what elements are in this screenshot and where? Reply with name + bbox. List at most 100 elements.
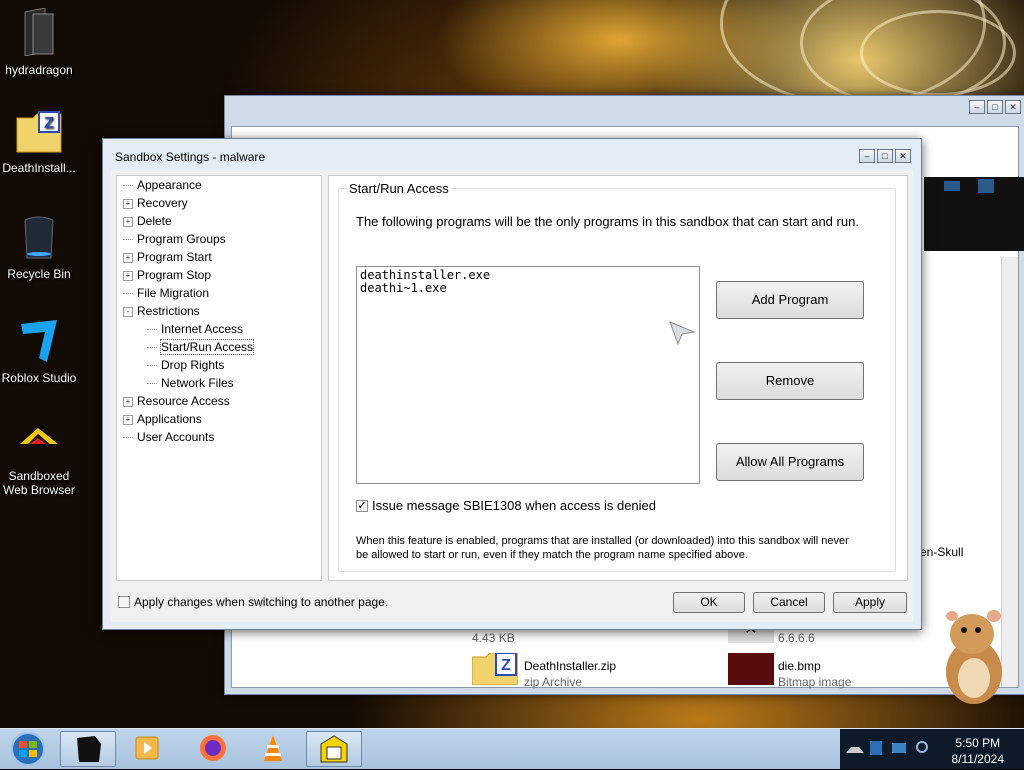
close-button[interactable]: ✕ (1005, 100, 1021, 114)
note-line: When this feature is enabled, programs t… (356, 535, 849, 547)
add-program-button[interactable]: Add Program (716, 281, 864, 319)
note-line: be allowed to start or run, even if they… (356, 549, 748, 561)
taskbar-item-explorer[interactable] (60, 731, 116, 767)
dark-box-icon (77, 736, 101, 762)
tree-item-label: Delete (137, 214, 172, 228)
collapse-icon[interactable]: - (123, 307, 133, 317)
svg-text:Z: Z (501, 657, 511, 674)
ok-button[interactable]: OK (673, 592, 745, 613)
taskbar-item-media-player[interactable] (120, 731, 176, 767)
tree-item-applications[interactable]: + Applications (123, 410, 202, 428)
tree-connector (123, 437, 133, 438)
network-icon[interactable] (870, 741, 882, 755)
expand-icon[interactable]: + (123, 415, 133, 425)
tree-item-label: Start/Run Access (159, 339, 255, 355)
tree-item-file-migration[interactable]: File Migration (123, 284, 209, 302)
desktop-icon-deathinstaller[interactable]: Z DeathInstall... (0, 110, 78, 175)
issue-message-option[interactable]: ✓ Issue message SBIE1308 when access is … (356, 498, 656, 513)
settings-tree[interactable]: Appearance + Recovery + Delete Program Gro… (116, 175, 322, 581)
tree-item-resource-access[interactable]: + Resource Access (123, 392, 230, 410)
file-name[interactable]: die.bmp (778, 659, 821, 673)
file-name[interactable]: DeathInstaller.zip (524, 659, 616, 673)
minimize-button[interactable]: – (859, 149, 875, 163)
dialog-body: Appearance + Recovery + Delete Program Gro… (111, 170, 913, 622)
action-center-icon[interactable] (892, 743, 906, 753)
tree-item-restrictions[interactable]: - Restrictions (123, 302, 200, 320)
file-type: Bitmap image (778, 675, 852, 689)
sandbox-settings-dialog[interactable]: Sandbox Settings - malware – □ ✕ Appeara… (102, 138, 922, 630)
expand-icon[interactable]: + (123, 397, 133, 407)
allow-all-programs-button[interactable]: Allow All Programs (716, 443, 864, 481)
panel-description: The following programs will be the only … (356, 214, 859, 229)
tree-item-label: Restrictions (137, 304, 200, 318)
dialog-window-controls: – □ ✕ (859, 149, 911, 163)
tree-connector (147, 347, 157, 348)
tree-connector (123, 293, 133, 294)
tree-item-program-start[interactable]: + Program Start (123, 248, 212, 266)
apply-on-switch-option[interactable]: Apply changes when switching to another … (118, 595, 388, 609)
taskbar-item-firefox[interactable] (186, 731, 242, 767)
sandboxed-browser-icon (0, 422, 78, 465)
tree-item-drop-rights[interactable]: Drop Rights (147, 356, 224, 374)
expand-icon[interactable]: + (123, 271, 133, 281)
group-title: Start/Run Access (347, 181, 451, 196)
desktop-icon-hydradragon[interactable]: hydradragon (0, 7, 78, 77)
tree-item-internet-access[interactable]: Internet Access (147, 320, 243, 338)
maximize-button[interactable]: □ (877, 149, 893, 163)
tree-connector (123, 239, 133, 240)
minimize-button[interactable]: – (969, 100, 985, 114)
tree-item-program-stop[interactable]: + Program Stop (123, 266, 211, 284)
tree-item-label: Resource Access (137, 394, 230, 408)
desktop-icon-recycle-bin[interactable]: Recycle Bin (0, 214, 78, 281)
file-name[interactable]: 6.6.6.6 (778, 631, 815, 645)
tree-item-label: Drop Rights (161, 358, 225, 372)
file-type: zip Archive (524, 675, 583, 689)
expand-icon[interactable]: + (123, 199, 133, 209)
taskbar-item-sandboxie[interactable] (306, 731, 362, 767)
close-button[interactable]: ✕ (895, 149, 911, 163)
taskbar-item-vlc[interactable] (246, 731, 302, 767)
mouse-cursor-icon (668, 320, 696, 349)
issue-message-checkbox[interactable]: ✓ (356, 499, 368, 512)
cancel-button[interactable]: Cancel (753, 592, 825, 613)
svg-text:Z: Z (44, 115, 54, 132)
roblox-studio-icon (0, 318, 78, 367)
tree-item-recovery[interactable]: + Recovery (123, 194, 188, 212)
desktop-icon-roblox-studio[interactable]: Roblox Studio (0, 318, 78, 385)
tree-item-program-groups[interactable]: Program Groups (123, 230, 226, 248)
volume-icon[interactable] (916, 741, 928, 753)
tree-item-network-files[interactable]: Network Files (147, 374, 234, 392)
tree-item-user-accounts[interactable]: User Accounts (123, 428, 214, 446)
bitmap-thumbnail-icon (728, 653, 774, 685)
tree-connector (147, 383, 157, 384)
explorer-preview-dark (924, 177, 1024, 251)
media-player-icon (135, 736, 159, 760)
list-item[interactable]: deathi~1.exe (360, 282, 696, 295)
tree-connector (147, 365, 157, 366)
clock[interactable]: 5:50 PM 8/11/2024 (952, 735, 1005, 767)
window-controls: – □ ✕ (969, 100, 1021, 114)
zip-file-icon: Z (471, 652, 519, 688)
dialog-title: Sandbox Settings - malware (115, 150, 266, 164)
desktop-icon-sandboxed-web-browser[interactable]: Sandboxed Web Browser (0, 422, 78, 497)
apply-button[interactable]: Apply (833, 592, 907, 613)
tree-item-delete[interactable]: + Delete (123, 212, 172, 230)
recycle-bin-icon (0, 214, 78, 263)
file-name[interactable]: en-Skull (920, 545, 963, 559)
file-thumbnail-icon (944, 181, 960, 191)
expand-icon[interactable]: + (123, 217, 133, 227)
start-button[interactable] (4, 731, 52, 767)
tree-item-start-run-access[interactable]: Start/Run Access (147, 338, 255, 356)
folder-icon (0, 7, 78, 59)
tree-item-label: File Migration (137, 286, 210, 300)
apply-on-switch-checkbox[interactable] (118, 596, 130, 608)
tree-item-label: Applications (137, 412, 202, 426)
maximize-button[interactable]: □ (987, 100, 1003, 114)
program-list[interactable]: deathinstaller.exe deathi~1.exe (356, 266, 700, 484)
show-hidden-icons-icon[interactable] (846, 739, 864, 753)
remove-button[interactable]: Remove (716, 362, 864, 400)
tree-item-appearance[interactable]: Appearance (123, 176, 202, 194)
tree-item-label: User Accounts (137, 430, 215, 444)
expand-icon[interactable]: + (123, 253, 133, 263)
tree-connector (147, 329, 157, 330)
